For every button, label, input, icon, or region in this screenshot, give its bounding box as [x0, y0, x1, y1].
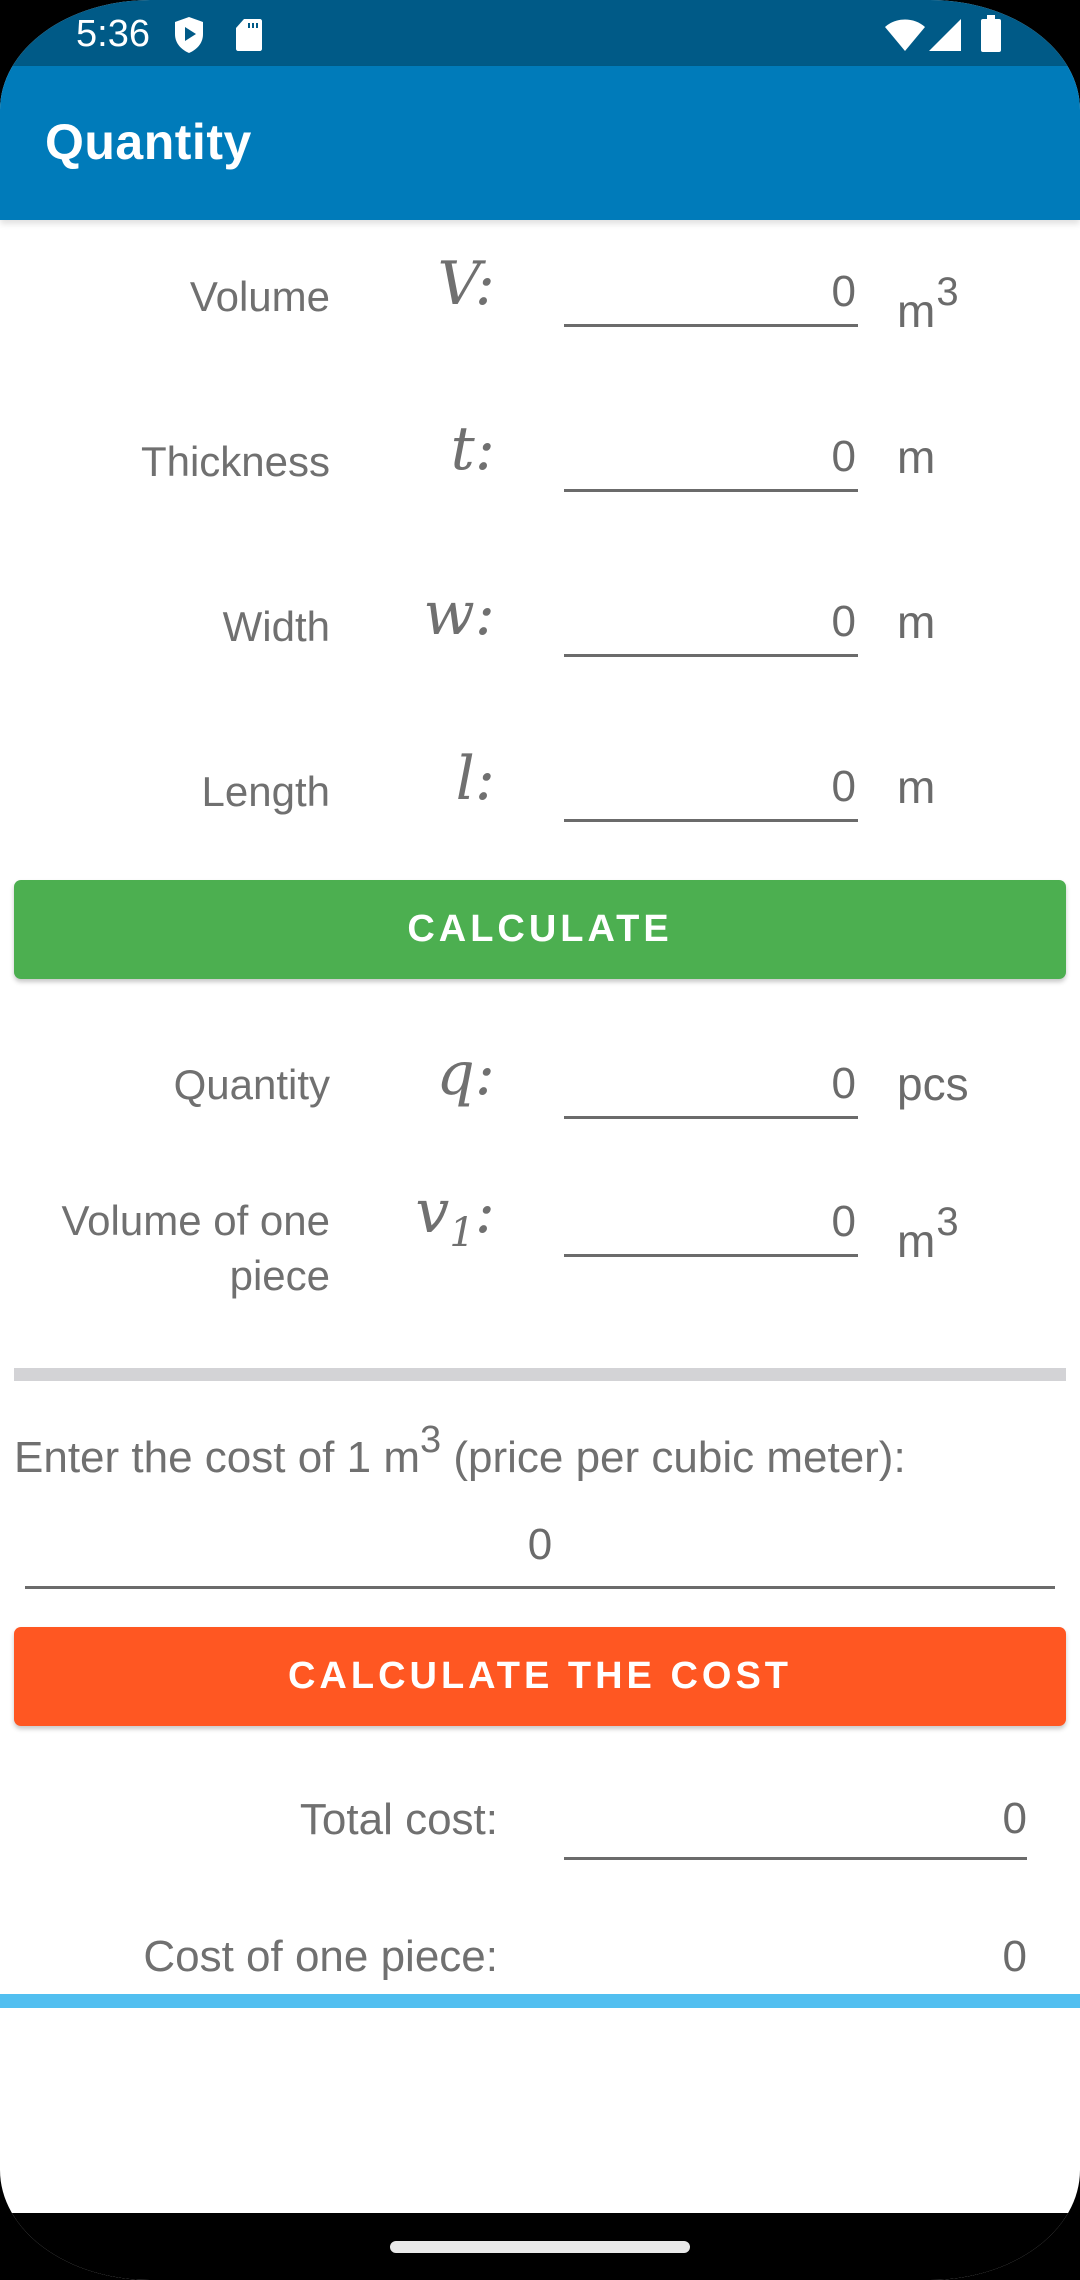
length-input[interactable]: 0: [564, 752, 858, 822]
total-cost-label: Total cost:: [299, 1795, 498, 1844]
battery-icon: [981, 15, 1001, 52]
volume-unit: m3: [897, 270, 959, 337]
cell-signal-icon: [929, 19, 961, 51]
length-label: Length: [201, 768, 330, 815]
section-divider: [14, 1368, 1066, 1381]
piece-volume-unit: m3: [897, 1200, 959, 1267]
volume-symbol: V:: [437, 249, 495, 319]
wifi-icon: [885, 19, 925, 51]
volume-input[interactable]: 0: [564, 257, 858, 327]
app-screen: 5:36 Quantity Volume V: 0 m3 Thickness t…: [0, 0, 1080, 2280]
sd-card-icon: [236, 19, 262, 51]
home-gesture-handle[interactable]: [390, 2241, 690, 2253]
calculate-cost-button[interactable]: CALCULATE THE COST: [14, 1627, 1066, 1726]
width-unit: m: [897, 596, 936, 648]
length-unit: m: [897, 761, 936, 813]
app-bar: Quantity: [0, 66, 1080, 220]
navigation-bar: [0, 2213, 1080, 2280]
thickness-unit: m: [897, 431, 936, 483]
status-time: 5:36: [76, 13, 150, 55]
width-input[interactable]: 0: [564, 587, 858, 657]
piece-volume-label: Volume of one piece: [61, 1197, 330, 1299]
piece-volume-symbol: v1:: [415, 1177, 495, 1256]
piece-cost-label: Cost of one piece:: [143, 1932, 498, 1981]
total-cost-output[interactable]: 0: [564, 1784, 1027, 1860]
price-prompt: Enter the cost of 1 m3 (price per cubic …: [14, 1419, 906, 1482]
width-symbol: w:: [423, 579, 495, 649]
thickness-symbol: t:: [450, 414, 495, 484]
page-title: Quantity: [45, 114, 252, 170]
piece-volume-output[interactable]: 0: [564, 1187, 858, 1257]
accent-bar: [0, 1994, 1080, 2008]
width-label: Width: [222, 603, 330, 650]
length-symbol: l:: [455, 744, 495, 814]
thickness-input[interactable]: 0: [564, 422, 858, 492]
play-protect-shield-icon: [175, 17, 203, 53]
quantity-symbol: q:: [436, 1039, 495, 1109]
status-bar: 5:36: [0, 0, 1080, 66]
volume-label: Volume: [189, 273, 330, 320]
calculate-button[interactable]: CALCULATE: [14, 880, 1066, 979]
quantity-label: Quantity: [173, 1061, 330, 1108]
piece-cost-output: 0: [1002, 1932, 1027, 1981]
thickness-label: Thickness: [140, 438, 330, 485]
quantity-output[interactable]: 0: [564, 1049, 858, 1119]
quantity-unit: pcs: [897, 1058, 969, 1110]
price-per-cubic-meter-input[interactable]: 0: [25, 1510, 1055, 1589]
